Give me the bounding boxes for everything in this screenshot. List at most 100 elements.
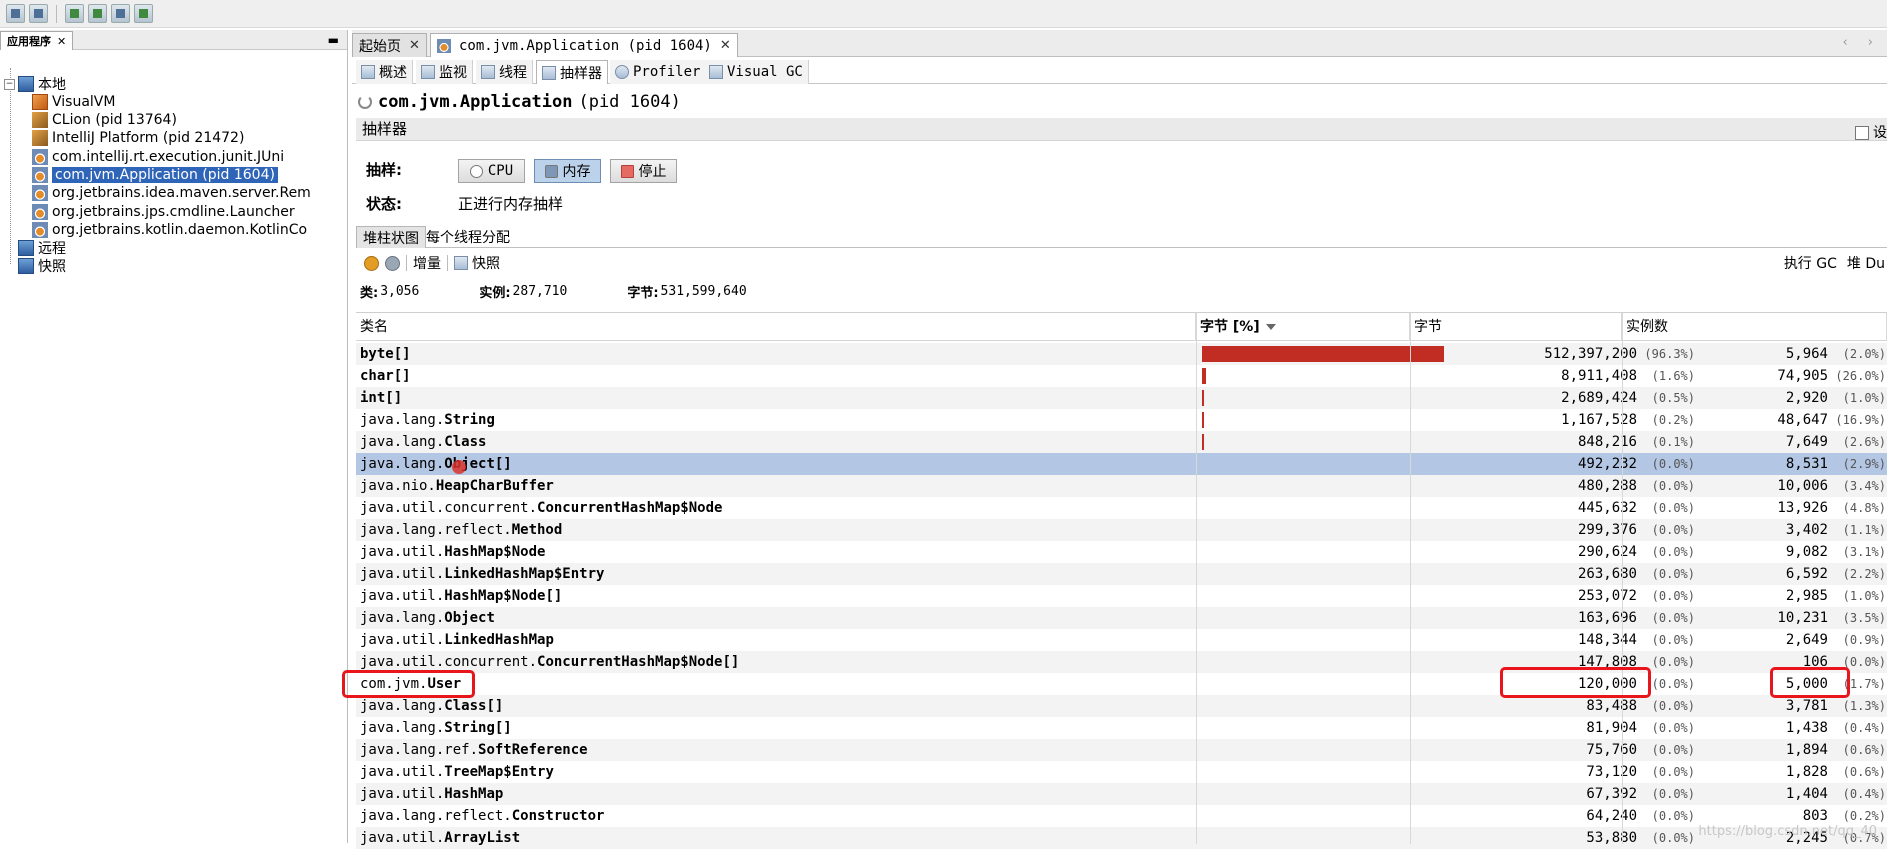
memory-sample-button[interactable]: 内存	[534, 159, 601, 183]
instances-percent: (2.0%)	[1842, 347, 1886, 361]
bytes-value: 480,288	[1577, 478, 1637, 494]
thread-dump-icon[interactable]	[111, 4, 130, 23]
table-row[interactable]: int[] 2,689,424 (0.5%) 2,920 (1.0%)	[356, 387, 1887, 409]
table-row[interactable]: java.lang.String[] 81,904 (0.0%) 1,438 (0.4%…	[356, 717, 1887, 739]
tree-item-clion[interactable]: CLion (pid 13764)	[32, 110, 177, 130]
table-row[interactable]: java.lang.reflect.Constructor 64,240 (0.0%…	[356, 805, 1887, 827]
results-toolbar: 增量 快照 执行 GC 堆 Du	[356, 252, 1887, 274]
heap-dump-icon[interactable]	[88, 4, 107, 23]
pause-icon[interactable]	[364, 255, 379, 271]
tree-item-visualvm[interactable]: VisualVM	[32, 92, 115, 112]
tree-node-snapshots[interactable]: 快照	[18, 256, 66, 276]
tab-application[interactable]: com.jvm.Application (pid 1604) ✕	[430, 33, 738, 57]
table-row[interactable]: java.lang.ref.SoftReference 75,760 (0.0%) 1…	[356, 739, 1887, 761]
bytes-bar-cell	[1200, 695, 1458, 717]
instances-value: 1,828	[1785, 764, 1828, 780]
snapshot-button[interactable]: 快照	[472, 253, 500, 273]
open-icon[interactable]	[6, 4, 25, 23]
refresh-icon[interactable]	[385, 255, 400, 271]
table-row[interactable]: java.util.concurrent.ConcurrentHashMap$N…	[356, 497, 1887, 519]
tab-per-thread-allocations[interactable]: 每个线程分配	[420, 226, 516, 248]
package-name: java.lang.reflect.	[360, 808, 512, 824]
tree-item-maven[interactable]: org.jetbrains.idea.maven.server.Rem	[32, 183, 311, 203]
instances-percent: (0.4%)	[1842, 721, 1886, 735]
tree-item-junit[interactable]: com.intellij.rt.execution.junit.JUni	[32, 147, 284, 167]
table-header: 类名 字节 [%] 字节 实例数	[356, 313, 1887, 341]
stop-button[interactable]: 停止	[610, 159, 677, 183]
remote-host-icon	[18, 240, 34, 256]
subtab-label: 抽样器	[560, 65, 602, 82]
table-row[interactable]: java.util.TreeMap$Entry 73,120 (0.0%) 1,828…	[356, 761, 1887, 783]
tab-threads[interactable]: 线程	[476, 60, 533, 84]
snapshot-icon[interactable]	[134, 4, 153, 23]
column-bytes-percent[interactable]: 字节 [%]	[1196, 313, 1410, 341]
minimize-icon[interactable]: ▬	[328, 33, 339, 47]
instances-percent: (16.9%)	[1835, 413, 1886, 427]
table-row[interactable]: java.lang.Class 848,216 (0.1%) 7,649 (2.6%)	[356, 431, 1887, 453]
column-bytes[interactable]: 字节	[1410, 313, 1622, 341]
heap-dump-button[interactable]: 堆 Du	[1847, 253, 1885, 273]
save-icon[interactable]	[29, 4, 48, 23]
tab-visual-gc[interactable]: Visual GC	[704, 60, 809, 84]
highlight-box-instances	[1770, 667, 1850, 698]
tab-monitor[interactable]: 监视	[416, 60, 473, 84]
subtab-label: 线程	[499, 65, 527, 81]
perform-gc-button[interactable]: 执行 GC	[1784, 253, 1837, 273]
table-row[interactable]: byte[] 512,397,200 (96.3%) 5,964 (2.0%)	[356, 343, 1887, 365]
table-row[interactable]: java.lang.String 1,167,528 (0.2%) 48,647 (16…	[356, 409, 1887, 431]
table-row[interactable]: java.util.ArrayList 53,880 (0.0%) 2,245 (0.7…	[356, 827, 1887, 849]
stop-icon	[620, 164, 634, 178]
table-row[interactable]: java.nio.HeapCharBuffer 480,288 (0.0%) 10,0…	[356, 475, 1887, 497]
table-row[interactable]: char[] 8,911,408 (1.6%) 74,905 (26.0%)	[356, 365, 1887, 387]
settings-toggle[interactable]: 设	[1855, 122, 1887, 144]
bytes-bar	[1202, 368, 1206, 384]
bytes-value: 67,392	[1586, 786, 1637, 802]
table-row[interactable]: java.util.HashMap 67,392 (0.0%) 1,404 (0.4%)	[356, 783, 1887, 805]
table-row[interactable]: com.jvm.User 120,000 (0.0%) 5,000 (1.7%)	[356, 673, 1887, 695]
table-row[interactable]: java.util.concurrent.ConcurrentHashMap$N…	[356, 651, 1887, 673]
tree-item-kotlin[interactable]: org.jetbrains.kotlin.daemon.KotlinCo	[32, 220, 307, 240]
table-row[interactable]: java.util.HashMap$Node[] 253,072 (0.0%) 2,9…	[356, 585, 1887, 607]
bytes-cell: 480,288 (0.0%)	[1460, 475, 1695, 497]
tab-start-page[interactable]: 起始页 ✕	[352, 33, 427, 57]
subtab-label: 监视	[439, 65, 467, 81]
collapse-icon[interactable]: −	[4, 78, 15, 90]
tree-node-local[interactable]: − 本地	[4, 74, 66, 94]
column-instances[interactable]: 实例数	[1622, 313, 1887, 341]
snapshot-icon[interactable]	[454, 256, 468, 270]
tab-sampler[interactable]: 抽样器	[536, 60, 608, 84]
tab-nav-arrows[interactable]: ‹ ›	[1842, 35, 1881, 50]
table-row[interactable]: java.lang.reflect.Method 299,376 (0.0%) 3,4…	[356, 519, 1887, 541]
settings-checkbox[interactable]	[1855, 126, 1869, 140]
tree-item-application[interactable]: com.jvm.Application (pid 1604)	[32, 165, 278, 185]
applications-tab[interactable]: 应用程序 ✕	[0, 31, 74, 50]
close-icon[interactable]: ✕	[409, 38, 420, 53]
bytes-percent: (0.0%)	[1651, 809, 1695, 823]
table-row[interactable]: java.lang.Class[] 83,488 (0.0%) 3,781 (1.3%)	[356, 695, 1887, 717]
tree-node-remote[interactable]: 远程	[18, 238, 66, 258]
close-icon[interactable]: ✕	[720, 38, 731, 53]
tab-profiler[interactable]: Profiler	[610, 60, 707, 84]
tab-overview[interactable]: 概述	[356, 60, 413, 84]
table-row[interactable]: java.lang.Object[] 492,232 (0.0%) 8,531 (2.9…	[356, 453, 1887, 475]
class-simple-name: SoftReference	[478, 742, 588, 758]
tab-heap-histogram[interactable]: 堆柱状图	[356, 226, 426, 248]
add-jmx-icon[interactable]	[65, 4, 84, 23]
close-icon[interactable]: ✕	[57, 33, 66, 50]
cpu-sample-button[interactable]: CPU	[458, 159, 525, 183]
tree-item-intellij[interactable]: IntelliJ Platform (pid 21472)	[32, 128, 244, 148]
table-row[interactable]: java.util.HashMap$Node 290,624 (0.0%) 9,082…	[356, 541, 1887, 563]
instances-percent: (4.8%)	[1842, 501, 1886, 515]
table-row[interactable]: java.util.LinkedHashMap$Entry 263,680 (0.0…	[356, 563, 1887, 585]
table-row[interactable]: java.lang.Object 163,696 (0.0%) 10,231 (3.5%…	[356, 607, 1887, 629]
tree-item-jps[interactable]: org.jetbrains.jps.cmdline.Launcher	[32, 202, 295, 222]
bytes-bar-cell	[1200, 497, 1458, 519]
instances-cell: 3,781 (1.3%)	[1716, 695, 1886, 717]
class-name-cell: java.util.ArrayList	[360, 827, 1196, 849]
table-row[interactable]: java.util.LinkedHashMap 148,344 (0.0%) 2,64…	[356, 629, 1887, 651]
column-class-name[interactable]: 类名	[356, 313, 1196, 341]
instances-percent: (2.9%)	[1842, 457, 1886, 471]
bytes-percent: (0.1%)	[1651, 435, 1695, 449]
mouse-cursor-marker	[452, 460, 466, 474]
delta-button[interactable]: 增量	[413, 253, 441, 273]
